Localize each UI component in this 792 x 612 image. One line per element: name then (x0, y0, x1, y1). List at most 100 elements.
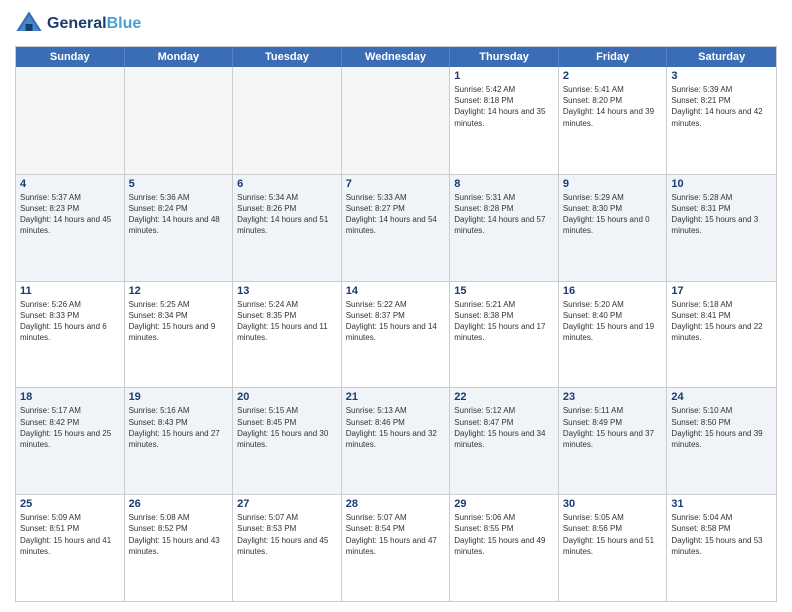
day-cell-31: 31Sunrise: 5:04 AM Sunset: 8:58 PM Dayli… (667, 495, 776, 601)
day-number: 29 (454, 498, 554, 510)
cell-info: Sunrise: 5:07 AM Sunset: 8:54 PM Dayligh… (346, 512, 446, 557)
day-number: 7 (346, 178, 446, 190)
day-number: 10 (671, 178, 772, 190)
cell-info: Sunrise: 5:31 AM Sunset: 8:28 PM Dayligh… (454, 192, 554, 237)
calendar-row-2: 4Sunrise: 5:37 AM Sunset: 8:23 PM Daylig… (16, 174, 776, 281)
day-cell-24: 24Sunrise: 5:10 AM Sunset: 8:50 PM Dayli… (667, 388, 776, 494)
day-cell-12: 12 Sunrise: 5:25 AM Sunset: 8:34 PM Dayli… (125, 282, 234, 388)
cell-info: Sunrise: 5:06 AM Sunset: 8:55 PM Dayligh… (454, 512, 554, 557)
day-cell-30: 30 Sunrise: 5:05 AM Sunset: 8:56 PM Dayli… (559, 495, 668, 601)
day-number: 31 (671, 498, 772, 510)
day-number: 17 (671, 285, 772, 297)
cell-info: Sunrise: 5:18 AM Sunset: 8:41 PM Dayligh… (671, 299, 772, 344)
logo-text: GeneralBlue (47, 15, 141, 33)
day-cell-18: 18 Sunrise: 5:17 AM Sunset: 8:42 PM Dayli… (16, 388, 125, 494)
logo-icon (15, 10, 43, 38)
weekday-header-wednesday: Wednesday (342, 47, 451, 67)
day-cell-6: 6Sunrise: 5:34 AM Sunset: 8:26 PM Daylig… (233, 175, 342, 281)
cell-info: Sunrise: 5:37 AM Sunset: 8:23 PM Dayligh… (20, 192, 120, 237)
calendar-header: SundayMondayTuesdayWednesdayThursdayFrid… (16, 47, 776, 67)
day-cell-25: 25 Sunrise: 5:09 AM Sunset: 8:51 PM Dayli… (16, 495, 125, 601)
calendar-row-3: 11Sunrise: 5:26 AM Sunset: 8:33 PM Dayli… (16, 281, 776, 388)
day-number: 26 (129, 498, 229, 510)
day-number: 19 (129, 391, 229, 403)
day-cell-14: 14 Sunrise: 5:22 AM Sunset: 8:37 PM Dayli… (342, 282, 451, 388)
day-cell-4: 4Sunrise: 5:37 AM Sunset: 8:23 PM Daylig… (16, 175, 125, 281)
day-number: 1 (454, 70, 554, 82)
day-number: 12 (129, 285, 229, 297)
cell-info: Sunrise: 5:34 AM Sunset: 8:26 PM Dayligh… (237, 192, 337, 237)
day-number: 22 (454, 391, 554, 403)
cell-info: Sunrise: 5:10 AM Sunset: 8:50 PM Dayligh… (671, 405, 772, 450)
cell-info: Sunrise: 5:07 AM Sunset: 8:53 PM Dayligh… (237, 512, 337, 557)
cell-info: Sunrise: 5:41 AM Sunset: 8:20 PM Dayligh… (563, 84, 663, 129)
day-cell-3: 3 Sunrise: 5:39 AM Sunset: 8:21 PM Daylig… (667, 67, 776, 174)
weekday-header-sunday: Sunday (16, 47, 125, 67)
empty-cell (125, 67, 234, 174)
day-number: 20 (237, 391, 337, 403)
cell-info: Sunrise: 5:21 AM Sunset: 8:38 PM Dayligh… (454, 299, 554, 344)
day-cell-19: 19 Sunrise: 5:16 AM Sunset: 8:43 PM Dayli… (125, 388, 234, 494)
day-cell-8: 8 Sunrise: 5:31 AM Sunset: 8:28 PM Daylig… (450, 175, 559, 281)
day-number: 13 (237, 285, 337, 297)
day-number: 28 (346, 498, 446, 510)
cell-info: Sunrise: 5:05 AM Sunset: 8:56 PM Dayligh… (563, 512, 663, 557)
weekday-header-friday: Friday (559, 47, 668, 67)
day-number: 30 (563, 498, 663, 510)
day-cell-22: 22Sunrise: 5:12 AM Sunset: 8:47 PM Dayli… (450, 388, 559, 494)
header: GeneralBlue (15, 10, 777, 38)
day-cell-15: 15 Sunrise: 5:21 AM Sunset: 8:38 PM Dayli… (450, 282, 559, 388)
cell-info: Sunrise: 5:42 AM Sunset: 8:18 PM Dayligh… (454, 84, 554, 129)
day-cell-10: 10 Sunrise: 5:28 AM Sunset: 8:31 PM Dayli… (667, 175, 776, 281)
calendar-row-5: 25 Sunrise: 5:09 AM Sunset: 8:51 PM Dayli… (16, 494, 776, 601)
day-cell-27: 27 Sunrise: 5:07 AM Sunset: 8:53 PM Dayli… (233, 495, 342, 601)
logo: GeneralBlue (15, 10, 141, 38)
day-cell-23: 23 Sunrise: 5:11 AM Sunset: 8:49 PM Dayli… (559, 388, 668, 494)
day-cell-1: 1 Sunrise: 5:42 AM Sunset: 8:18 PM Daylig… (450, 67, 559, 174)
day-number: 23 (563, 391, 663, 403)
page: GeneralBlue SundayMondayTuesdayWednesday… (0, 0, 792, 612)
day-number: 25 (20, 498, 120, 510)
day-number: 9 (563, 178, 663, 190)
cell-info: Sunrise: 5:15 AM Sunset: 8:45 PM Dayligh… (237, 405, 337, 450)
day-number: 15 (454, 285, 554, 297)
day-number: 2 (563, 70, 663, 82)
day-cell-26: 26 Sunrise: 5:08 AM Sunset: 8:52 PM Dayli… (125, 495, 234, 601)
day-number: 5 (129, 178, 229, 190)
weekday-header-monday: Monday (125, 47, 234, 67)
cell-info: Sunrise: 5:29 AM Sunset: 8:30 PM Dayligh… (563, 192, 663, 237)
cell-info: Sunrise: 5:08 AM Sunset: 8:52 PM Dayligh… (129, 512, 229, 557)
day-number: 14 (346, 285, 446, 297)
cell-info: Sunrise: 5:39 AM Sunset: 8:21 PM Dayligh… (671, 84, 772, 129)
day-cell-13: 13Sunrise: 5:24 AM Sunset: 8:35 PM Dayli… (233, 282, 342, 388)
day-cell-7: 7 Sunrise: 5:33 AM Sunset: 8:27 PM Daylig… (342, 175, 451, 281)
day-cell-5: 5 Sunrise: 5:36 AM Sunset: 8:24 PM Daylig… (125, 175, 234, 281)
empty-cell (233, 67, 342, 174)
cell-info: Sunrise: 5:22 AM Sunset: 8:37 PM Dayligh… (346, 299, 446, 344)
calendar-body: 1 Sunrise: 5:42 AM Sunset: 8:18 PM Daylig… (16, 67, 776, 601)
day-cell-28: 28 Sunrise: 5:07 AM Sunset: 8:54 PM Dayli… (342, 495, 451, 601)
day-cell-9: 9 Sunrise: 5:29 AM Sunset: 8:30 PM Daylig… (559, 175, 668, 281)
day-cell-20: 20 Sunrise: 5:15 AM Sunset: 8:45 PM Dayli… (233, 388, 342, 494)
cell-info: Sunrise: 5:13 AM Sunset: 8:46 PM Dayligh… (346, 405, 446, 450)
cell-info: Sunrise: 5:17 AM Sunset: 8:42 PM Dayligh… (20, 405, 120, 450)
day-number: 21 (346, 391, 446, 403)
weekday-header-tuesday: Tuesday (233, 47, 342, 67)
day-cell-2: 2 Sunrise: 5:41 AM Sunset: 8:20 PM Daylig… (559, 67, 668, 174)
day-number: 27 (237, 498, 337, 510)
day-number: 18 (20, 391, 120, 403)
cell-info: Sunrise: 5:33 AM Sunset: 8:27 PM Dayligh… (346, 192, 446, 237)
cell-info: Sunrise: 5:25 AM Sunset: 8:34 PM Dayligh… (129, 299, 229, 344)
calendar: SundayMondayTuesdayWednesdayThursdayFrid… (15, 46, 777, 602)
day-number: 8 (454, 178, 554, 190)
day-number: 16 (563, 285, 663, 297)
day-cell-16: 16 Sunrise: 5:20 AM Sunset: 8:40 PM Dayli… (559, 282, 668, 388)
cell-info: Sunrise: 5:28 AM Sunset: 8:31 PM Dayligh… (671, 192, 772, 237)
cell-info: Sunrise: 5:36 AM Sunset: 8:24 PM Dayligh… (129, 192, 229, 237)
cell-info: Sunrise: 5:16 AM Sunset: 8:43 PM Dayligh… (129, 405, 229, 450)
cell-info: Sunrise: 5:09 AM Sunset: 8:51 PM Dayligh… (20, 512, 120, 557)
weekday-header-saturday: Saturday (667, 47, 776, 67)
cell-info: Sunrise: 5:11 AM Sunset: 8:49 PM Dayligh… (563, 405, 663, 450)
cell-info: Sunrise: 5:20 AM Sunset: 8:40 PM Dayligh… (563, 299, 663, 344)
day-number: 3 (671, 70, 772, 82)
